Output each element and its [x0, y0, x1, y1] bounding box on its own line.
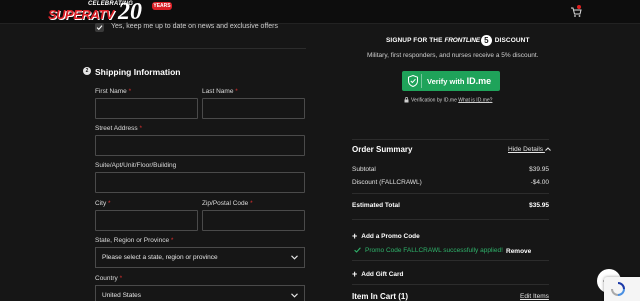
- city-input[interactable]: [95, 210, 198, 231]
- shield-check-icon: [408, 75, 418, 87]
- divider: [352, 284, 549, 285]
- first-name-label: First Name *: [95, 88, 132, 95]
- recaptcha-badge: [604, 277, 640, 301]
- zip-label: Zip/Postal Code *: [202, 200, 253, 207]
- step-number-badge: 2: [83, 67, 91, 75]
- recaptcha-icon: [611, 282, 625, 296]
- first-name-input[interactable]: [95, 98, 198, 119]
- logo-years-badge: YEARS: [152, 2, 172, 10]
- plus-icon: +: [352, 231, 358, 241]
- items-in-cart-title: Item In Cart (1): [352, 292, 409, 301]
- last-name-input[interactable]: [202, 98, 305, 119]
- street-address-label: Street Address *: [95, 125, 142, 132]
- cart-count-badge: [577, 5, 581, 9]
- chevron-down-icon: [291, 293, 298, 298]
- estimated-total-value: $35.95: [529, 202, 549, 209]
- divider: [352, 219, 549, 220]
- logo-brand-text: SUPERATV: [48, 7, 114, 22]
- divider: [352, 260, 549, 261]
- state-label: State, Region or Province *: [95, 237, 174, 244]
- verify-with-idme-button[interactable]: Verify with ID.me: [402, 71, 500, 91]
- add-gift-card-button[interactable]: + Add Gift Card: [352, 269, 404, 279]
- promo-success-message: Promo Code FALLCRAWL successfully applie…: [354, 247, 503, 254]
- order-summary-title: Order Summary: [352, 145, 413, 154]
- site-logo[interactable]: CELEBRATING SUPERATV 20 YEARS: [48, 0, 172, 25]
- frontline-signup-subtext: Military, first responders, and nurses r…: [367, 52, 539, 59]
- checkmark-icon: [354, 247, 361, 253]
- what-is-idme-link[interactable]: What is ID.me?: [458, 97, 492, 103]
- country-select-value: United States: [102, 292, 142, 299]
- discount-label: Discount (FALLCRAWL): [352, 179, 422, 186]
- frontline-signup-heading: SIGNUP FOR THE FRONTLINE 5 DISCOUNT: [386, 35, 530, 46]
- remove-promo-button[interactable]: Remove: [506, 248, 531, 255]
- newsletter-label: Yes, keep me up to date on news and excl…: [111, 23, 278, 30]
- site-header: CELEBRATING SUPERATV 20 YEARS: [0, 0, 640, 25]
- five-badge: 5: [480, 35, 492, 46]
- suite-label: Suite/Apt/Unit/Floor/Building: [95, 162, 177, 169]
- last-name-label: Last Name *: [202, 88, 238, 95]
- edit-items-link[interactable]: Edit Items: [520, 293, 549, 300]
- zip-input[interactable]: [202, 210, 305, 231]
- city-label: City *: [95, 200, 111, 207]
- estimated-total-label: Estimated Total: [352, 202, 400, 209]
- discount-value: -$4.00: [530, 179, 549, 186]
- hide-details-link[interactable]: Hide Details: [508, 146, 551, 153]
- state-select[interactable]: Please select a state, region or provinc…: [95, 247, 305, 268]
- plus-icon: +: [352, 269, 358, 279]
- state-select-value: Please select a state, region or provinc…: [102, 254, 218, 261]
- divider: [352, 139, 549, 140]
- frontline-wordmark: FRONTLINE: [444, 37, 480, 45]
- subtotal-value: $39.95: [529, 166, 549, 173]
- suite-input[interactable]: [95, 172, 305, 193]
- lock-icon: [404, 97, 409, 103]
- divider: [80, 48, 306, 49]
- divider: [352, 193, 549, 194]
- button-separator: [421, 74, 422, 88]
- verify-button-label: Verify with ID.me: [427, 76, 492, 86]
- subtotal-label: Subtotal: [352, 166, 376, 173]
- add-promo-code-button[interactable]: + Add a Promo Code: [352, 231, 420, 241]
- country-select[interactable]: United States: [95, 285, 305, 301]
- newsletter-checkbox[interactable]: [95, 23, 104, 32]
- chevron-up-icon: [545, 147, 551, 151]
- shipping-section-title: Shipping Information: [95, 67, 181, 77]
- country-label: Country *: [95, 275, 123, 282]
- street-address-input[interactable]: [95, 135, 305, 156]
- idme-verification-note: Verification by ID.me What is ID.me?: [404, 97, 492, 103]
- chevron-down-icon: [291, 255, 298, 260]
- checkmark-icon: [96, 25, 103, 31]
